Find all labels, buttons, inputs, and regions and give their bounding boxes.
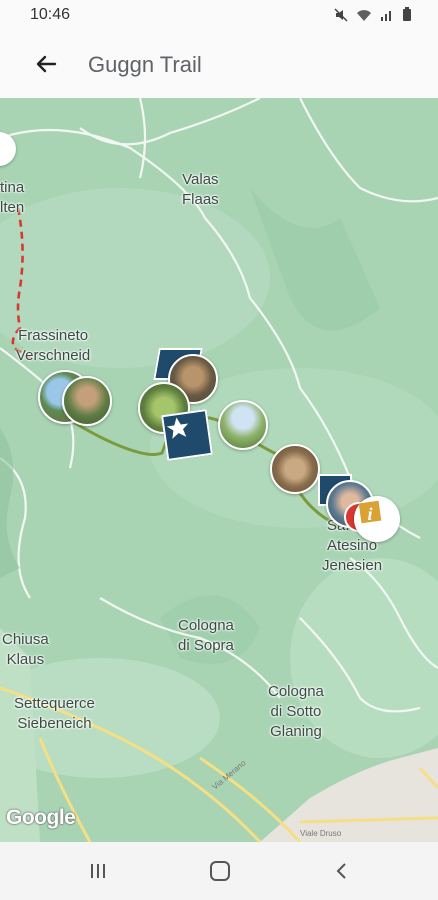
arrow-back-icon xyxy=(36,55,57,73)
star-icon xyxy=(166,417,189,439)
trail-star-marker[interactable] xyxy=(161,409,213,461)
home-button[interactable] xyxy=(200,856,240,886)
place-label: Cologna di Sopra xyxy=(178,617,234,654)
map-view[interactable]: Via Merano Viale Druso tina lten Valas F… xyxy=(0,98,438,842)
place-label: Valas Flaas xyxy=(182,171,219,208)
info-icon: i xyxy=(358,500,382,524)
home-icon xyxy=(210,861,230,881)
battery-icon xyxy=(403,7,411,21)
info-marker[interactable]: i xyxy=(354,496,400,542)
back-button[interactable] xyxy=(24,42,68,86)
google-logo: Google xyxy=(6,806,76,829)
place-label: tina lten xyxy=(0,179,25,216)
wifi-icon xyxy=(357,9,371,21)
trail-photo-marker[interactable] xyxy=(270,444,320,494)
app-bar: Guggn Trail xyxy=(0,30,438,99)
trail-photo-marker[interactable] xyxy=(62,376,112,426)
page-title: Guggn Trail xyxy=(88,52,202,77)
mute-icon xyxy=(334,7,348,22)
chevron-left-icon xyxy=(336,863,346,879)
status-time: 10:46 xyxy=(30,6,71,23)
recent-apps-button[interactable] xyxy=(78,856,118,886)
back-nav-button[interactable] xyxy=(322,856,362,886)
status-bar: 10:46 xyxy=(0,0,438,30)
svg-text:i: i xyxy=(367,504,372,524)
place-label: Chiusa Klaus xyxy=(2,631,49,668)
place-label: Settequerce Siebeneich xyxy=(14,695,95,732)
system-nav-bar xyxy=(0,842,438,900)
signal-icon xyxy=(381,10,391,21)
recents-icon xyxy=(91,864,105,878)
place-label: Frassineto Verschneid xyxy=(16,327,91,364)
status-icons xyxy=(334,7,412,22)
svg-text:Viale Druso: Viale Druso xyxy=(300,829,342,838)
trail-photo-marker[interactable] xyxy=(218,400,268,450)
place-label: Cologna di Sotto Glaning xyxy=(268,683,324,740)
